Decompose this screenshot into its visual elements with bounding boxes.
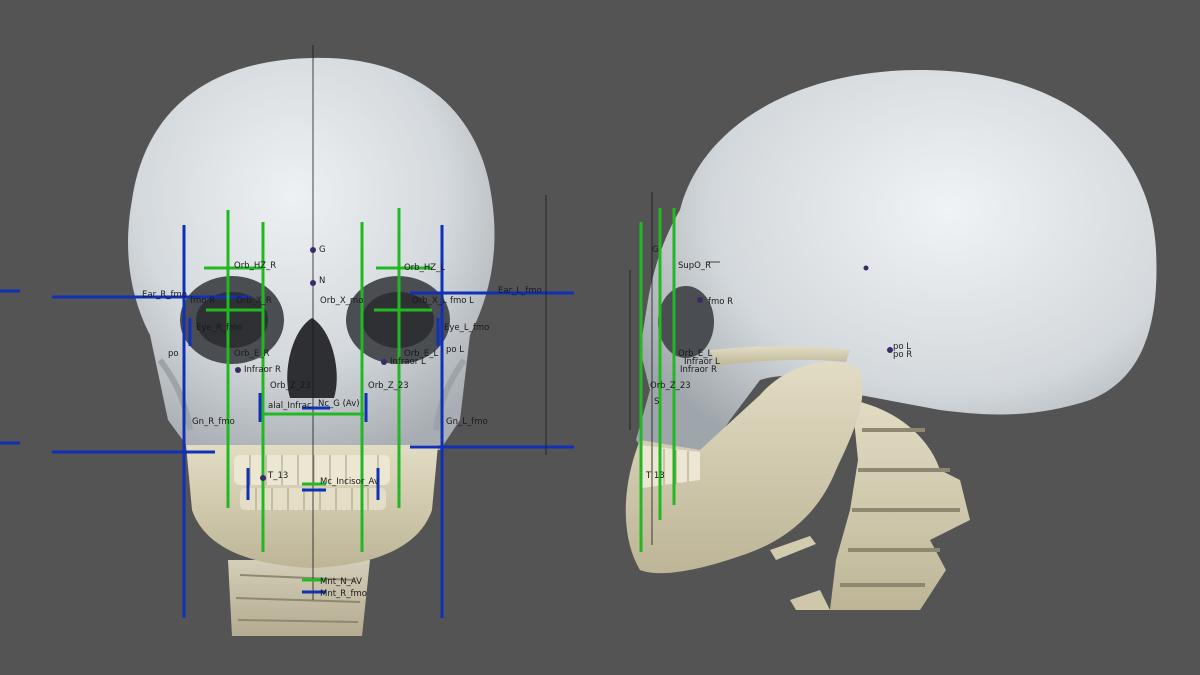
label-orb-hz-l: Orb_HZ_L bbox=[404, 263, 445, 273]
label-gn-r: Gn_R_fmo bbox=[192, 417, 235, 427]
lat-label-g: G bbox=[652, 245, 659, 255]
label-mental: Mnt_N_AV bbox=[320, 577, 362, 587]
label-g: G bbox=[319, 245, 326, 255]
label-po-l: po L bbox=[446, 345, 464, 355]
label-ear-l: Ear_L_fmo bbox=[498, 286, 542, 296]
lat-label-supo: SupO_R bbox=[678, 261, 711, 271]
label-eye-l: Eye_L_fmo bbox=[444, 323, 489, 333]
label-alar: alal_Infrac bbox=[268, 401, 312, 411]
label-orb-e-r: Orb_E_R bbox=[234, 349, 269, 359]
lat-label-fmo: fmo R bbox=[708, 297, 733, 307]
label-gn-l: Gn_L_fmo bbox=[446, 417, 488, 427]
lat-label-t: T 13 bbox=[645, 471, 665, 481]
label-n: N bbox=[319, 276, 325, 286]
lateral-skull bbox=[625, 70, 1157, 610]
lateral-cranium bbox=[636, 70, 1157, 470]
label-orb-x-r: Orb_X_R bbox=[236, 296, 272, 306]
scene-canvas: G N Orb_HZ_R Orb_HZ_L Ear_R_fmo Ear_L_fm… bbox=[0, 45, 1157, 636]
label-mental-r: Mnt_R_fmo bbox=[320, 589, 367, 599]
label-infraor-r: Infraor R bbox=[244, 365, 281, 375]
lateral-orbit bbox=[658, 286, 714, 358]
label-orb-z-r: Orb_Z_23 bbox=[270, 381, 311, 391]
lat-label-po2: po R bbox=[893, 350, 912, 360]
label-orb-hz-r: Orb_HZ_R bbox=[234, 261, 276, 271]
lat-label-infraor2: Infraor R bbox=[680, 365, 717, 375]
label-mouth: Mc_Incisor_Av bbox=[320, 477, 379, 487]
label-po-r: po bbox=[168, 349, 179, 359]
lat-label-s: S bbox=[654, 397, 659, 407]
label-ear-r: Ear_R_fmo bbox=[142, 290, 187, 300]
lat-label-orb-z: Orb_Z_23 bbox=[650, 381, 691, 391]
label-fmo-l: fmo L bbox=[450, 296, 474, 306]
label-orb-x-l: Orb_X_L bbox=[412, 296, 447, 306]
label-eye-r: Eye_R_fmo bbox=[196, 323, 243, 333]
label-nose: Nc_G (Av) bbox=[318, 399, 360, 409]
label-fmo-r: fmo R bbox=[190, 296, 215, 306]
label-orb-x-mid: Orb_X_mo bbox=[320, 296, 363, 306]
viewer-viewport[interactable]: G N Orb_HZ_R Orb_HZ_L Ear_R_fmo Ear_L_fm… bbox=[0, 0, 1200, 675]
label-orb-z-l: Orb_Z_23 bbox=[368, 381, 409, 391]
label-infraor-l: Infraor L bbox=[390, 357, 426, 367]
label-t13: T_13 bbox=[267, 471, 288, 481]
